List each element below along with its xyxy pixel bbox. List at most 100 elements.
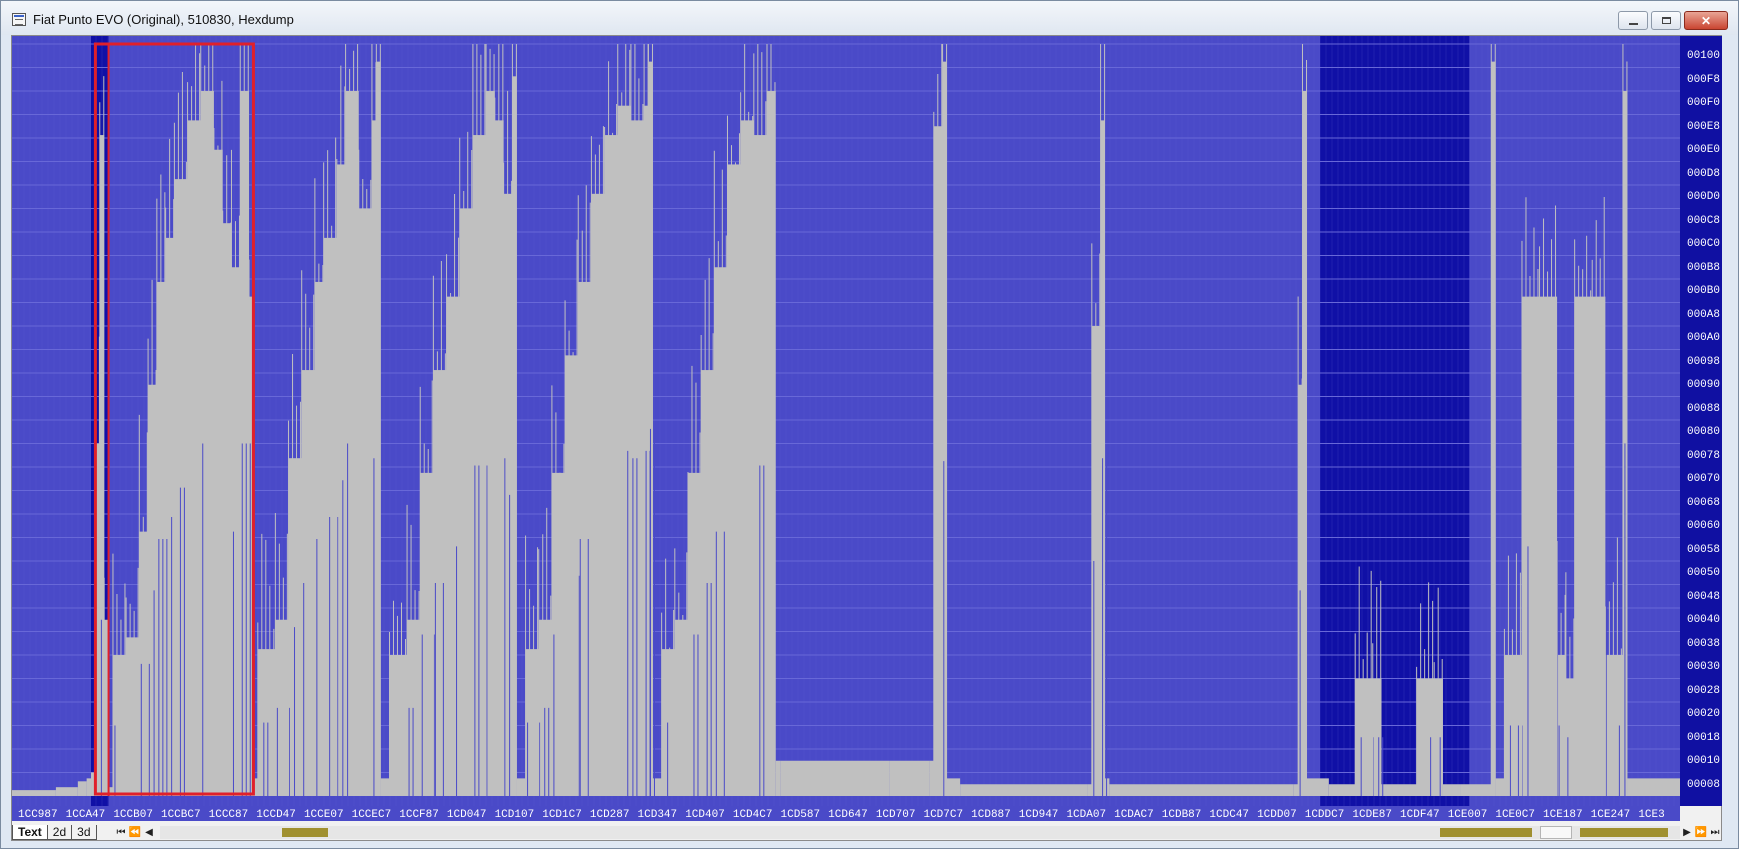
data-bar <box>380 778 390 796</box>
y-tick-label: 00030 <box>1686 661 1720 673</box>
x-tick-label: 1CD287 <box>590 809 630 821</box>
y-tick-label: 00088 <box>1686 402 1720 415</box>
x-tick-label: 1CCD47 <box>256 809 296 821</box>
y-tick-label: 00050 <box>1686 567 1720 579</box>
tab-3d[interactable]: 3d <box>71 825 97 840</box>
y-tick-label: 000D8 <box>1686 167 1720 180</box>
x-tick-label: 1CCF87 <box>399 809 439 821</box>
x-tick-label: 1CCA47 <box>66 809 106 821</box>
data-bar <box>86 778 92 796</box>
x-tick-label: 1CDB87 <box>1162 809 1202 821</box>
hexdump-2d-plot[interactable] <box>12 36 1680 806</box>
x-tick-label: 1CE247 <box>1591 809 1631 821</box>
data-bar <box>1495 778 1505 796</box>
y-tick-label: 00010 <box>1686 755 1720 767</box>
y-tick-label: 000A8 <box>1686 308 1720 321</box>
data-bar <box>516 778 526 796</box>
y-tick-label: 00090 <box>1686 379 1720 391</box>
y-tick-label: 00080 <box>1686 426 1720 438</box>
nav-next-page-button[interactable]: ⏩ <box>1694 825 1708 840</box>
data-bar <box>661 649 675 796</box>
data-bar <box>1442 784 1461 796</box>
data-bar <box>591 193 605 796</box>
y-tick-label: 00048 <box>1686 590 1720 603</box>
data-bar <box>946 778 961 796</box>
x-tick-label: 1CD887 <box>971 809 1011 821</box>
x-tick-label: 1CE3 <box>1638 809 1664 821</box>
data-bar <box>323 237 337 796</box>
data-bar <box>1328 784 1356 796</box>
tab-2d[interactable]: 2d <box>46 825 73 840</box>
data-bar <box>740 120 754 796</box>
data-bar <box>727 164 741 796</box>
data-bar <box>753 135 767 796</box>
y-tick-label: 00060 <box>1686 520 1720 532</box>
nav-last-button[interactable]: ⏭ <box>1708 825 1722 840</box>
window-title: Fiat Punto EVO (Original), 510830, Hexdu… <box>33 12 294 27</box>
data-bar <box>1104 778 1110 796</box>
data-bar <box>604 135 618 796</box>
title-bar[interactable]: Fiat Punto EVO (Original), 510830, Hexdu… <box>1 1 1738 35</box>
data-bar <box>1109 784 1294 796</box>
x-tick-label: 1CE0C7 <box>1495 809 1535 821</box>
nav-prev-page-button[interactable]: ⏪ <box>128 825 142 840</box>
y-tick-label: 000C8 <box>1686 214 1720 227</box>
scrollbar-thumb[interactable] <box>1540 826 1572 839</box>
x-tick-label: 1CD7C7 <box>923 809 963 821</box>
y-tick-label: 000F0 <box>1686 97 1720 109</box>
close-button[interactable]: ✕ <box>1684 11 1728 30</box>
data-bar <box>187 120 201 796</box>
x-tick-label: 1CDF47 <box>1400 809 1440 821</box>
data-bar <box>1460 784 1492 796</box>
data-bar <box>459 208 473 796</box>
x-tick-label: 1CDC47 <box>1209 809 1249 821</box>
y-tick-label: 00028 <box>1686 684 1720 697</box>
x-tick-label: 1CDD07 <box>1257 809 1297 821</box>
data-bar <box>960 784 1088 796</box>
data-bar <box>1574 296 1593 796</box>
data-bar <box>1592 296 1606 796</box>
x-tick-label: 1CD947 <box>1019 809 1059 821</box>
nav-next-button[interactable]: ▶ <box>1680 825 1694 840</box>
nav-first-button[interactable]: ⏮ <box>114 825 128 840</box>
data-bar <box>257 649 276 796</box>
y-tick-label: 000E8 <box>1686 120 1720 133</box>
data-bar <box>1293 784 1299 796</box>
y-tick-label: 000F8 <box>1686 73 1720 86</box>
plot-dark-band <box>1320 36 1470 806</box>
data-bar <box>288 458 302 796</box>
hexdump-view: 00100 000F8 000F0 000E8 000E0 000D8 000D0 000C8… <box>11 35 1722 841</box>
y-tick-label: 000B0 <box>1686 285 1720 297</box>
data-bar <box>617 105 631 796</box>
data-bar <box>1504 655 1522 796</box>
horizontal-scrollbar[interactable] <box>160 826 1680 839</box>
data-bar <box>565 355 579 796</box>
nav-prev-button[interactable]: ◀ <box>142 825 156 840</box>
app-icon[interactable] <box>12 13 26 26</box>
data-bar <box>780 760 890 796</box>
tab-text[interactable]: Text <box>12 825 48 840</box>
x-tick-label: 1CD047 <box>447 809 487 821</box>
nav-right: ▶ ⏩ ⏭ <box>1680 825 1722 840</box>
x-tick-label: 1CCB07 <box>113 809 153 821</box>
scrollbar-marker <box>1440 828 1532 837</box>
y-tick-label: 00040 <box>1686 614 1720 626</box>
y-tick-label: 00008 <box>1686 778 1720 791</box>
data-bar <box>358 208 372 796</box>
y-tick-label: 00018 <box>1686 731 1720 744</box>
minimize-button[interactable] <box>1618 11 1648 30</box>
x-tick-label: 1CDDC7 <box>1305 809 1345 821</box>
maximize-icon <box>1661 17 1671 24</box>
maximize-button[interactable] <box>1651 11 1681 30</box>
app-window: Fiat Punto EVO (Original), 510830, Hexdu… <box>0 0 1739 849</box>
x-tick-label: 1CDE87 <box>1352 809 1392 821</box>
y-tick-label: 00100 <box>1686 50 1720 62</box>
data-bar <box>889 760 930 796</box>
x-tick-label: 1CDAC7 <box>1114 809 1154 821</box>
y-tick-label: 00020 <box>1686 708 1720 720</box>
plot-area[interactable] <box>12 36 1680 806</box>
data-bar <box>1381 784 1417 796</box>
data-bar <box>1306 778 1329 796</box>
y-axis: 00100 000F8 000F0 000E8 000E0 000D8 000D0 000C8… <box>1680 36 1722 806</box>
data-bar <box>1416 678 1435 796</box>
